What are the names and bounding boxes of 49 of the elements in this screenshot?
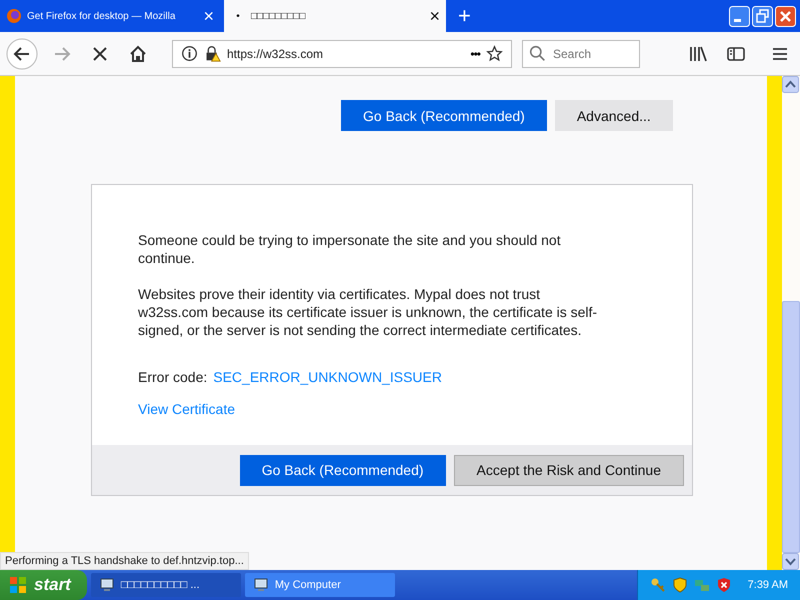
- library-icon[interactable]: [688, 44, 708, 64]
- taskbar-button[interactable]: □□□□□□□□□□ ...: [90, 573, 241, 597]
- scroll-thumb[interactable]: [782, 301, 800, 553]
- new-tab-button[interactable]: +: [446, 0, 483, 32]
- task-label: □□□□□□□□□□ ...: [120, 579, 200, 591]
- start-button[interactable]: start: [0, 570, 87, 600]
- close-icon[interactable]: [775, 6, 796, 26]
- url-text: https://w32ss.com: [227, 46, 324, 60]
- search-icon: [529, 44, 546, 62]
- warning-lock-icon[interactable]: [204, 45, 221, 62]
- warning-paragraph: Someone could be trying to impersonate the site and you should not continue.: [138, 231, 562, 267]
- application-icon: [98, 577, 115, 593]
- browser-tab[interactable]: Get Firefox for desktop — Mozilla ×: [0, 0, 220, 32]
- scroll-down-icon[interactable]: [782, 553, 799, 570]
- clock: 7:39 AM: [748, 579, 788, 591]
- home-icon[interactable]: [128, 44, 148, 64]
- back-icon[interactable]: [6, 38, 38, 70]
- tab-title: Get Firefox for desktop — Mozilla: [27, 10, 176, 22]
- go-back-button[interactable]: Go Back (Recommended): [240, 454, 446, 486]
- restore-icon[interactable]: [752, 6, 773, 26]
- minimize-icon[interactable]: [729, 6, 750, 26]
- windows-logo-icon: [8, 575, 28, 595]
- star-icon[interactable]: [486, 45, 503, 62]
- security-alert-icon[interactable]: [716, 577, 732, 593]
- address-bar[interactable]: https://w32ss.com •••: [172, 40, 512, 68]
- computer-icon: [252, 577, 269, 593]
- close-tab-button[interactable]: ×: [429, 6, 440, 26]
- browser-logo-icon: [6, 8, 22, 24]
- loading-dot: •: [235, 10, 241, 22]
- task-label: My Computer: [274, 579, 341, 591]
- go-back-button[interactable]: Go Back (Recommended): [341, 100, 547, 131]
- browser-tab[interactable]: • □□□□□□□□□ ×: [224, 0, 446, 32]
- advanced-button[interactable]: Advanced...: [554, 100, 673, 131]
- shield-icon[interactable]: [672, 577, 688, 593]
- view-certificate-link[interactable]: View Certificate: [138, 401, 602, 417]
- status-text: Performing a TLS handshake to def.hntzvip.top...: [0, 552, 249, 570]
- search-field[interactable]: Search: [522, 40, 640, 68]
- close-tab-button[interactable]: ×: [203, 6, 214, 26]
- page-actions-button[interactable]: •••: [470, 46, 480, 60]
- key-icon[interactable]: [650, 577, 666, 593]
- error-code-label: Error code:: [138, 369, 208, 385]
- tab-title: □□□□□□□□□: [251, 10, 306, 22]
- info-icon[interactable]: [181, 45, 198, 62]
- taskbar-button[interactable]: My Computer: [244, 573, 395, 597]
- scrollbar[interactable]: [782, 76, 800, 570]
- warning-paragraph: Websites prove their identity via certificates. Mypal does not trust w32ss.com because its certificate issuer is unknown, the certificate is self-signed, or the server is not sending the correct intermediate certificates.: [138, 285, 598, 339]
- accept-risk-button[interactable]: Accept the Risk and Continue: [454, 454, 684, 486]
- error-code-link[interactable]: SEC_ERROR_UNKNOWN_ISSUER: [213, 369, 442, 385]
- scroll-up-icon[interactable]: [782, 76, 799, 93]
